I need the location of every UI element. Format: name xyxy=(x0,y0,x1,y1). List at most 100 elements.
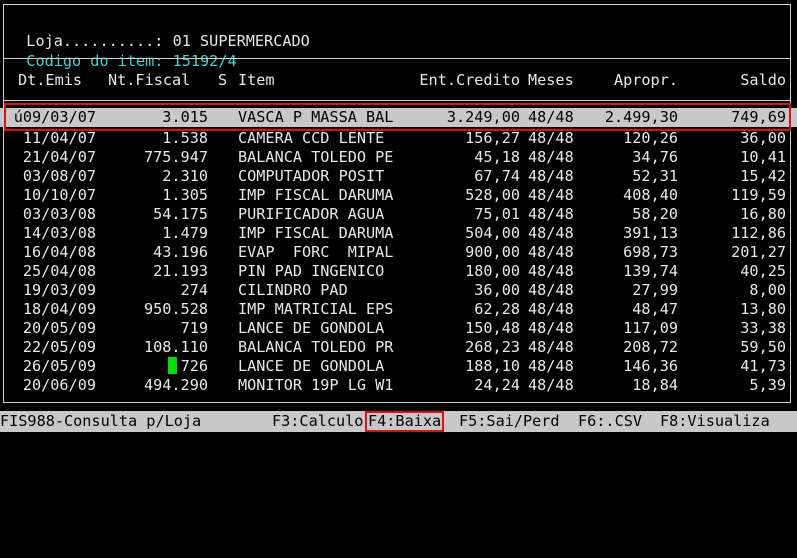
table-row[interactable]: 18/04/09 950.528 IMP MATRICIAL EPS 62,28 48/… xyxy=(0,300,797,319)
table-row[interactable]: 14/03/08 1.479 IMP FISCAL DARUMA 504,00 48/4… xyxy=(0,224,797,243)
cell-meses: 48/48 xyxy=(528,281,574,299)
table-row[interactable]: 11/04/07 1.538 CAMERA CCD LENTE 156,27 48/48… xyxy=(0,129,797,148)
table-row[interactable]: 03/08/07 2.310 COMPUTADOR POSIT 67,74 48/48 5… xyxy=(0,167,797,186)
cell-apropr: 117,09 xyxy=(623,319,678,337)
cell-saldo: 112,86 xyxy=(731,224,786,242)
cell-item: LANCE DE GONDOLA xyxy=(238,319,385,337)
column-header-row: Dt.Emis Nt.Fiscal S Item Ent.Credito Mes… xyxy=(0,71,797,90)
cell-ent-credito: 180,00 xyxy=(465,262,520,280)
cell-ent-credito: 188,10 xyxy=(465,357,520,375)
table-row[interactable]: 03/03/08 54.175 PURIFICADOR AGUA 75,01 48/48… xyxy=(0,205,797,224)
cell-item: PIN PAD INGENICO xyxy=(238,262,385,280)
cell-saldo: 201,27 xyxy=(731,243,786,261)
cell-apropr: 52,31 xyxy=(632,167,678,185)
item-code-line: Codigo do item: 15192/4 xyxy=(8,33,236,70)
cell-nt-fiscal: 1.538 xyxy=(162,129,208,147)
cell-dt-emis: 03/08/07 xyxy=(22,167,96,185)
cell-meses: 48/48 xyxy=(528,357,574,375)
cell-apropr: 18,84 xyxy=(632,376,678,394)
table-row[interactable]: 16/04/08 43.196 EVAP FORC MIPAL 900,00 48/48… xyxy=(0,243,797,262)
item-code-label: Codigo do item: xyxy=(26,52,164,70)
col-saldo: Saldo xyxy=(740,71,786,89)
cell-item: EVAP FORC MIPAL xyxy=(238,243,394,261)
cell-meses: 48/48 xyxy=(528,376,574,394)
cell-apropr: 34,76 xyxy=(632,148,678,166)
cell-saldo: 13,80 xyxy=(740,300,786,318)
cell-ent-credito: 36,00 xyxy=(474,281,520,299)
cell-nt-fiscal: 775.947 xyxy=(143,148,208,166)
col-s: S xyxy=(218,71,228,89)
col-apropr: Apropr. xyxy=(613,71,678,89)
text-cursor xyxy=(168,357,177,374)
program-title: FIS988-Consulta p/Loja xyxy=(0,412,202,430)
cell-apropr: 139,74 xyxy=(623,262,678,280)
cell-dt-emis: 03/03/08 xyxy=(22,205,96,223)
cell-nt-fiscal: 726 xyxy=(180,357,208,375)
table-row[interactable]: 19/03/09 274 CILINDRO PAD 36,00 48/48 27,99 8,… xyxy=(0,281,797,300)
cell-nt-fiscal: 494.290 xyxy=(143,376,208,394)
cell-apropr: 27,99 xyxy=(632,281,678,299)
table-separator xyxy=(3,100,791,101)
cell-meses: 48/48 xyxy=(528,243,574,261)
table-row[interactable]: 20/05/09 719 LANCE DE GONDOLA 150,48 48/48 11… xyxy=(0,319,797,338)
cell-saldo: 8,00 xyxy=(749,281,786,299)
cell-item: LANCE DE GONDOLA xyxy=(238,357,385,375)
cell-dt-emis: 22/05/09 xyxy=(22,338,96,356)
cell-item: CILINDRO PAD xyxy=(238,281,348,299)
cell-apropr: 120,26 xyxy=(623,129,678,147)
cell-meses: 48/48 xyxy=(528,148,574,166)
cell-nt-fiscal: 274 xyxy=(180,281,208,299)
f3-calculo-key[interactable]: F3:Calculo xyxy=(272,411,363,432)
cell-saldo: 10,41 xyxy=(740,148,786,166)
table-row[interactable]: 25/04/08 21.193 PIN PAD INGENICO 180,00 48/4… xyxy=(0,262,797,281)
cell-nt-fiscal: 950.528 xyxy=(143,300,208,318)
f4-baixa-key[interactable]: F4:Baixa xyxy=(365,411,445,432)
cell-dt-emis: 21/04/07 xyxy=(22,148,96,166)
cell-item: CAMERA CCD LENTE xyxy=(238,129,385,147)
cell-nt-fiscal: 108.110 xyxy=(143,338,208,356)
header-separator xyxy=(3,58,791,59)
selected-row-highlight xyxy=(4,103,791,131)
cell-dt-emis: 14/03/08 xyxy=(22,224,96,242)
cell-dt-emis: 20/05/09 xyxy=(22,319,96,337)
cell-apropr: 391,13 xyxy=(623,224,678,242)
cell-saldo: 5,39 xyxy=(749,376,786,394)
cell-saldo: 40,25 xyxy=(740,262,786,280)
cell-meses: 48/48 xyxy=(528,129,574,147)
table-row[interactable]: 22/05/09 108.110 BALANCA TOLEDO PR 268,23 48… xyxy=(0,338,797,357)
f8-visualiza-key[interactable]: F8:Visualiza xyxy=(660,411,770,432)
cell-dt-emis: 26/05/09 xyxy=(22,357,96,375)
cell-dt-emis: 25/04/08 xyxy=(22,262,96,280)
cell-nt-fiscal: 2.310 xyxy=(162,167,208,185)
table-row[interactable]: 21/04/07 775.947 BALANCA TOLEDO PE 45,18 48/… xyxy=(0,148,797,167)
col-meses: Meses xyxy=(528,71,574,89)
cell-saldo: 33,38 xyxy=(740,319,786,337)
cell-item: IMP FISCAL DARUMA xyxy=(238,224,394,242)
cell-meses: 48/48 xyxy=(528,167,574,185)
cell-ent-credito: 75,01 xyxy=(474,205,520,223)
cell-dt-emis: 19/03/09 xyxy=(22,281,96,299)
cell-saldo: 36,00 xyxy=(740,129,786,147)
col-nt-fiscal: Nt.Fiscal xyxy=(108,71,191,89)
cell-ent-credito: 45,18 xyxy=(474,148,520,166)
cell-item: MONITOR 19P LG W1 xyxy=(238,376,394,394)
cell-ent-credito: 528,00 xyxy=(465,186,520,204)
cell-item: IMP FISCAL DARUMA xyxy=(238,186,394,204)
cell-meses: 48/48 xyxy=(528,300,574,318)
cell-nt-fiscal: 21.193 xyxy=(153,262,208,280)
cell-meses: 48/48 xyxy=(528,338,574,356)
cell-ent-credito: 62,28 xyxy=(474,300,520,318)
col-item: Item xyxy=(238,71,275,89)
cell-nt-fiscal: 1.305 xyxy=(162,186,208,204)
table-row[interactable]: 10/10/07 1.305 IMP FISCAL DARUMA 528,00 48/4… xyxy=(0,186,797,205)
table-row[interactable]: 26/05/09 726 LANCE DE GONDOLA 188,10 48/48 14… xyxy=(0,357,797,376)
f5-sai-perd-key[interactable]: F5:Sai/Perd xyxy=(459,411,560,432)
cell-nt-fiscal: 54.175 xyxy=(153,205,208,223)
table-row[interactable]: 20/06/09 494.290 MONITOR 19P LG W1 24,24 48/… xyxy=(0,376,797,395)
f6-csv-key[interactable]: F6:.CSV xyxy=(578,411,642,432)
cell-ent-credito: 156,27 xyxy=(465,129,520,147)
cell-dt-emis: 10/10/07 xyxy=(22,186,96,204)
cell-nt-fiscal: 1.479 xyxy=(162,224,208,242)
cell-item: PURIFICADOR AGUA xyxy=(238,205,385,223)
cell-ent-credito: 150,48 xyxy=(465,319,520,337)
